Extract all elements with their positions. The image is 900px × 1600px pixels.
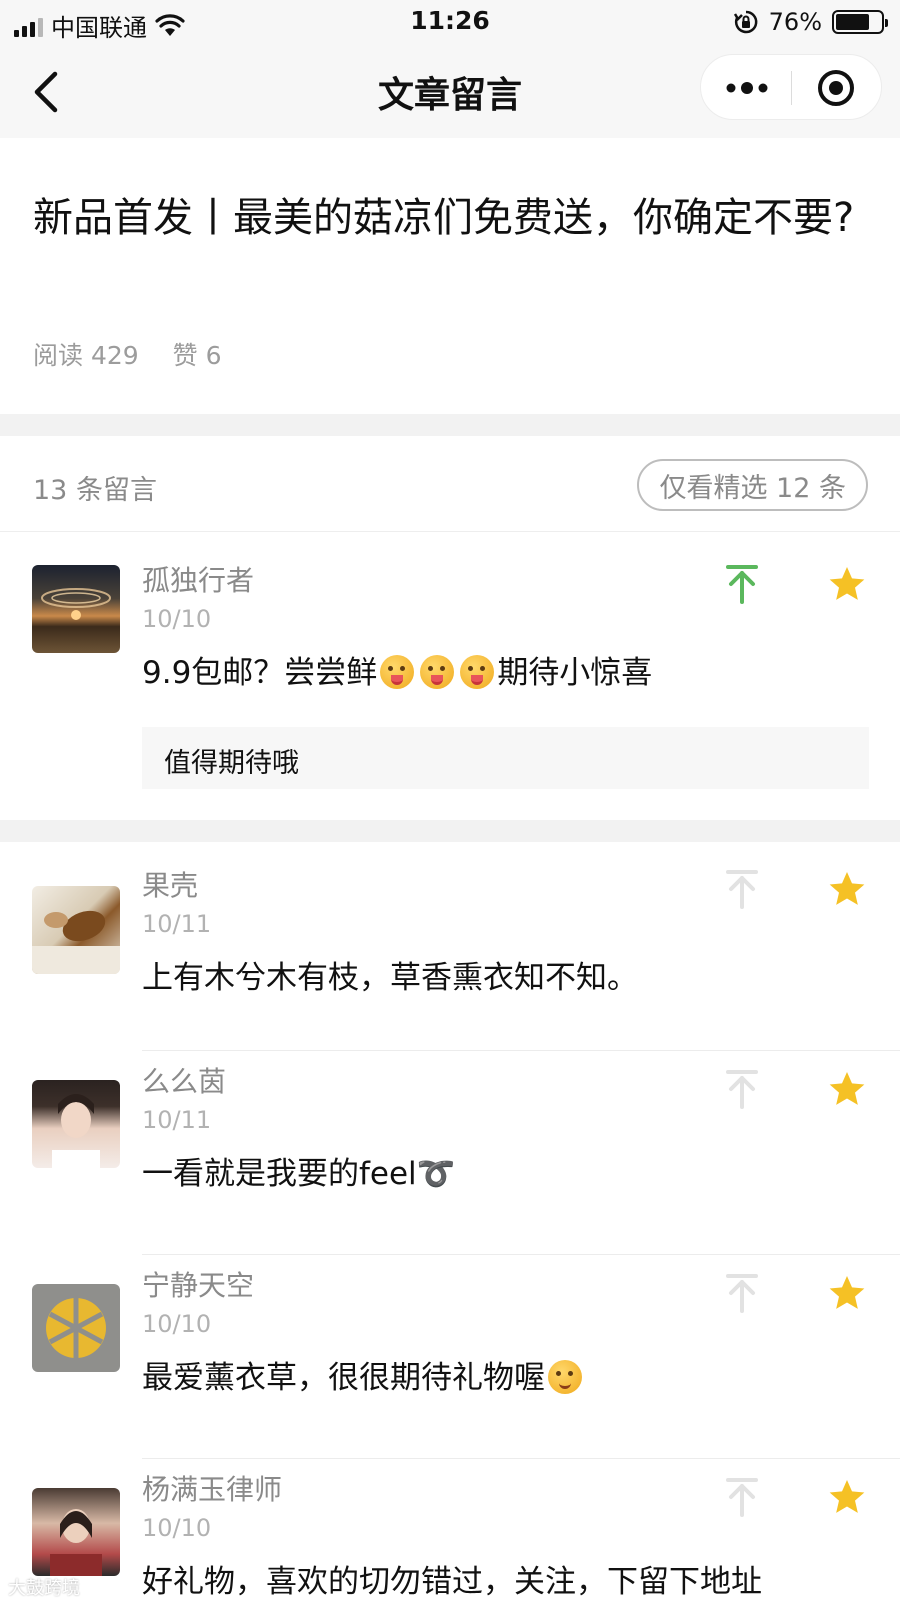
comment-date: 10/11 [142,910,212,938]
avatar-image [52,1094,100,1168]
wink-tongue-emoji-icon [460,655,495,689]
star-button[interactable] [826,868,868,910]
more-dots-icon [726,82,768,94]
pin-top-icon [726,1478,758,1517]
close-mini-program-button[interactable] [804,63,868,113]
pin-top-button[interactable] [722,1068,762,1110]
comment-date: 10/11 [142,1106,212,1134]
mini-program-capsule [700,54,882,120]
pin-top-icon [726,870,758,909]
pin-top-button[interactable] [722,1476,762,1518]
pin-top-icon [726,565,758,604]
rotation-lock-icon [733,10,758,34]
comment-date: 10/10 [142,1310,212,1338]
watermark: 大鼓跨境 [8,1578,80,1599]
comment-item: 杨满玉律师 10/10 好礼物，喜欢的切勿错过，关注，下留下地址 [0,1460,900,1600]
avatar-image [46,1298,106,1358]
comment-text: 最爱薰衣草，很很期待礼物喔 [142,1352,872,1397]
avatar-image [41,588,111,620]
comment-text-part: 最爱薰衣草，很很期待礼物喔 [142,1360,545,1396]
star-icon [829,1276,865,1309]
comment-count: 13 条留言 [33,475,157,506]
section-gap [0,414,900,436]
comment-author: 杨满玉律师 [142,1473,283,1506]
avatar[interactable] [32,1080,120,1168]
pin-top-button[interactable] [722,868,762,910]
avatar[interactable] [32,565,120,653]
comment-item: 宁静天空 10/10 最爱薰衣草，很很期待礼物喔 [0,1256,900,1460]
battery-percent: 76% [768,8,822,36]
like-count: 赞 6 [172,341,222,370]
comment-author: 孤独行者 [142,564,255,597]
pin-top-icon [726,1070,758,1109]
battery-icon [832,10,888,34]
avatar[interactable] [32,1488,120,1576]
read-count: 阅读 429 [33,341,139,370]
comment-author: 么么茵 [142,1065,227,1098]
star-icon [829,1480,865,1513]
comment-divider [142,1254,900,1255]
avatar-image [50,1509,102,1576]
section-gap [0,820,900,842]
avatar[interactable] [32,1284,120,1372]
target-icon [818,70,854,106]
wink-tongue-emoji-icon [380,655,415,689]
comment-text: 一看就是我要的feel➰ [142,1156,456,1192]
star-icon [829,1072,865,1105]
nav-bar: 文章留言 [0,46,900,138]
capsule-divider [791,71,792,105]
pin-top-button[interactable] [722,563,762,605]
comment-text-part: 期待小惊喜 [497,655,653,691]
comment-author: 宁静天空 [142,1269,255,1302]
article-meta: 阅读 429 赞 6 [33,336,222,372]
smile-emoji-icon [548,1360,582,1394]
star-button[interactable] [826,1476,868,1518]
article-title: 新品首发丨最美的菇凉们免费送，你确定不要? [33,195,855,241]
star-icon [829,872,865,905]
comment-date: 10/10 [142,605,212,633]
comment-item: 果壳 10/11 上有木兮木有枝，草香熏衣知不知。 [0,842,900,1052]
comment-item: 孤独行者 10/10 9.9包邮？尝尝鲜 期待小惊喜 值得期待哦 [0,533,900,820]
wink-tongue-emoji-icon [420,655,455,689]
article-header: 新品首发丨最美的菇凉们免费送，你确定不要? 阅读 429 赞 6 [0,138,900,414]
comment-author: 果壳 [142,869,199,902]
pin-top-icon [726,1274,758,1313]
avatar[interactable] [32,886,120,974]
avatar-image [32,910,120,974]
comment-text: 上有木兮木有枝，草香熏衣知不知。 [142,960,638,996]
more-button[interactable] [715,63,779,113]
comment-divider [142,1458,900,1459]
comment-text: 9.9包邮？尝尝鲜 期待小惊喜 [142,647,872,692]
star-button[interactable] [826,1272,868,1314]
status-bar: 中国联通 11:26 76% [0,0,900,46]
pin-top-button[interactable] [722,1272,762,1314]
author-reply: 值得期待哦 [142,727,869,789]
star-button[interactable] [826,563,868,605]
comments-header: 13 条留言 仅看精选 12 条 [0,436,900,532]
comment-divider [142,1050,900,1051]
star-icon [829,567,865,600]
featured-filter-button[interactable]: 仅看精选 12 条 [637,459,868,511]
comment-text-part: 9.9包邮？尝尝鲜 [142,655,378,691]
comment-item: 么么茵 10/11 一看就是我要的feel➰ [0,1052,900,1256]
comment-text: 好礼物，喜欢的切勿错过，关注，下留下地址 [142,1564,762,1600]
comment-date: 10/10 [142,1514,212,1542]
star-button[interactable] [826,1068,868,1110]
